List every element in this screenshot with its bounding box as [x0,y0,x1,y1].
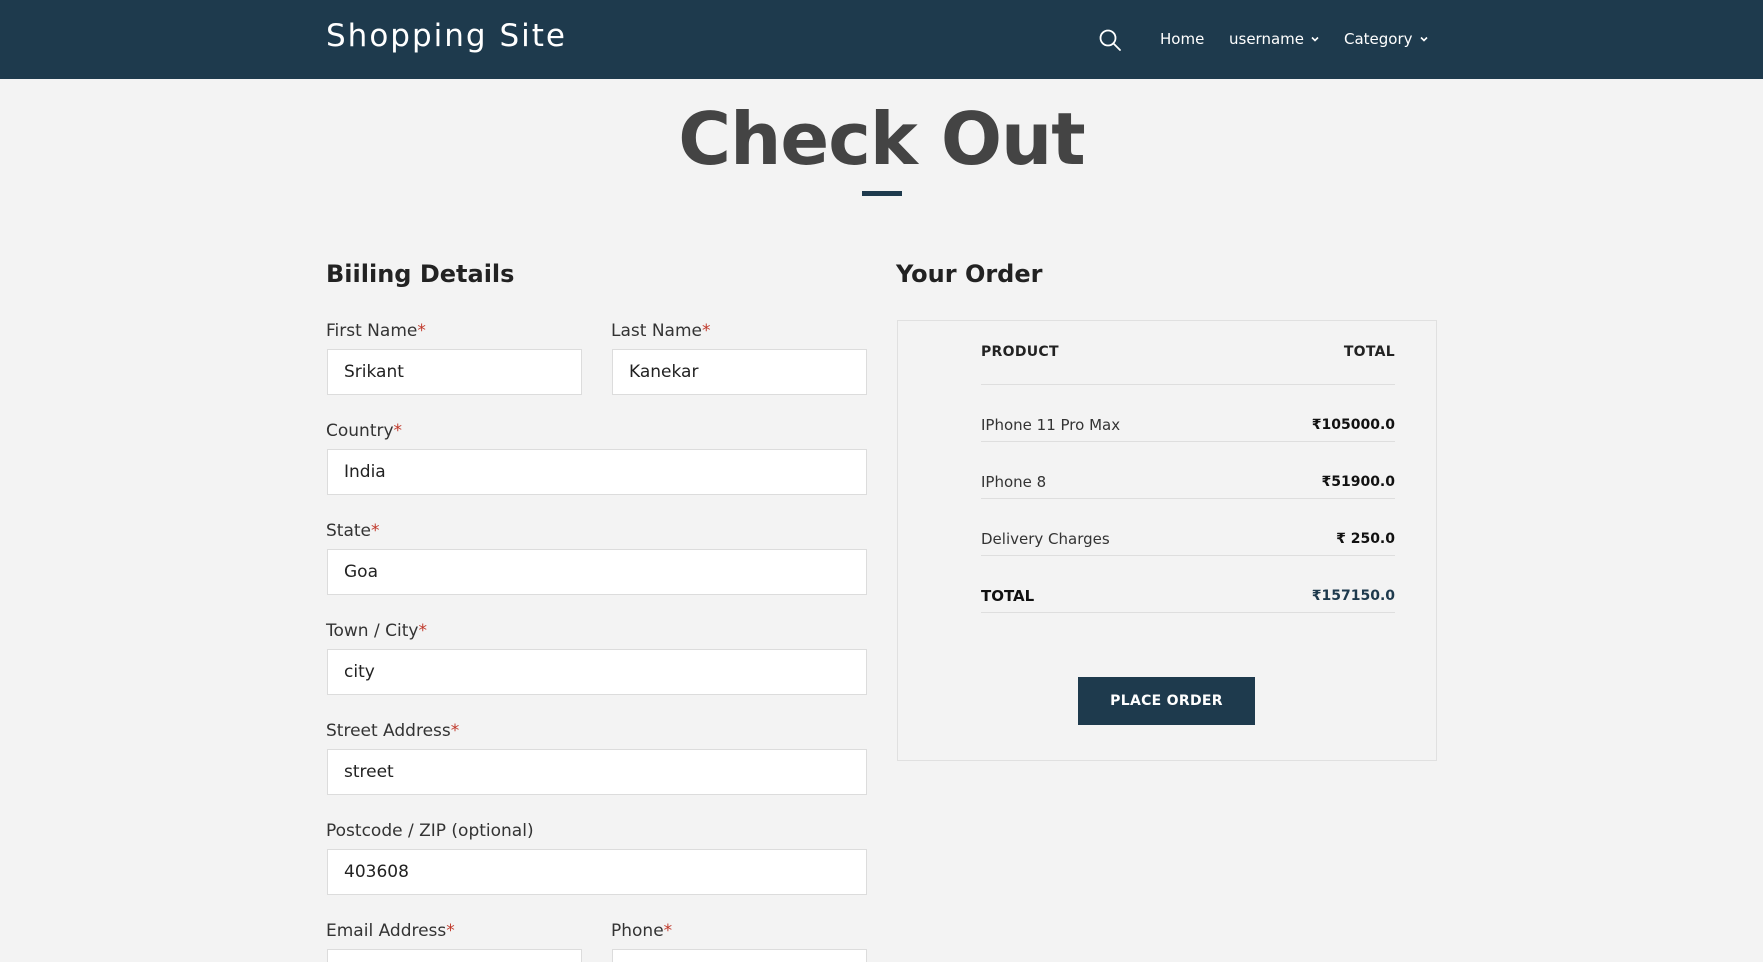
phone-label: Phone* [611,921,673,941]
search-icon[interactable] [1098,28,1122,52]
country-label: Country* [326,421,403,441]
chevron-down-icon [1311,36,1319,42]
site-brand[interactable]: Shopping Site [326,18,567,54]
product-column-header: PRODUCT [981,344,1059,360]
street-address-label: Street Address* [326,721,460,741]
order-item-amount: ₹ 250.0 [1336,531,1395,547]
order-item-row: IPhone 11 Pro Max ₹105000.0 [981,416,1395,434]
nav-home-link[interactable]: Home [1160,30,1204,48]
divider [981,498,1395,499]
nav-user-dropdown[interactable]: username [1229,30,1320,48]
billing-heading: Biiling Details [326,260,515,288]
divider [981,441,1395,442]
page-title: Check Out [678,97,1085,181]
first-name-label: First Name* [326,321,426,341]
top-navbar: Shopping Site Home username Category [0,0,1763,79]
city-field[interactable] [327,649,867,695]
email-field[interactable] [327,949,582,962]
postcode-field[interactable] [327,849,867,895]
street-address-field[interactable] [327,749,867,795]
divider [981,384,1395,385]
order-heading: Your Order [896,260,1043,288]
order-total-amount: ₹157150.0 [1311,588,1395,604]
order-item-name: IPhone 11 Pro Max [981,416,1121,434]
phone-field[interactable] [612,949,867,962]
postcode-label: Postcode / ZIP (optional) [326,821,534,841]
state-label: State* [326,521,380,541]
order-total-label: TOTAL [981,587,1035,605]
chevron-down-icon [1419,36,1428,42]
divider [981,555,1395,556]
order-item-amount: ₹105000.0 [1311,417,1395,433]
order-item-name: Delivery Charges [981,530,1110,548]
order-item-amount: ₹51900.0 [1321,474,1395,490]
last-name-label: Last Name* [611,321,711,341]
first-name-field[interactable] [327,349,582,395]
order-total-row: TOTAL ₹157150.0 [981,587,1395,605]
email-label: Email Address* [326,921,455,941]
order-item-name: IPhone 8 [981,473,1047,491]
order-table-header: PRODUCT TOTAL [981,344,1395,360]
nav-user-label: username [1229,30,1304,48]
total-column-header: TOTAL [1343,344,1395,360]
divider [981,612,1395,613]
country-field[interactable] [327,449,867,495]
nav-category-dropdown[interactable]: Category [1344,30,1429,48]
title-underline [862,191,902,196]
city-label: Town / City* [326,621,427,641]
place-order-button[interactable]: PLACE ORDER [1078,677,1255,725]
nav-home-label: Home [1160,30,1205,48]
order-item-row: Delivery Charges ₹ 250.0 [981,530,1395,548]
last-name-field[interactable] [612,349,867,395]
nav-category-label: Category [1344,30,1413,48]
state-field[interactable] [327,549,867,595]
order-item-row: IPhone 8 ₹51900.0 [981,473,1395,491]
